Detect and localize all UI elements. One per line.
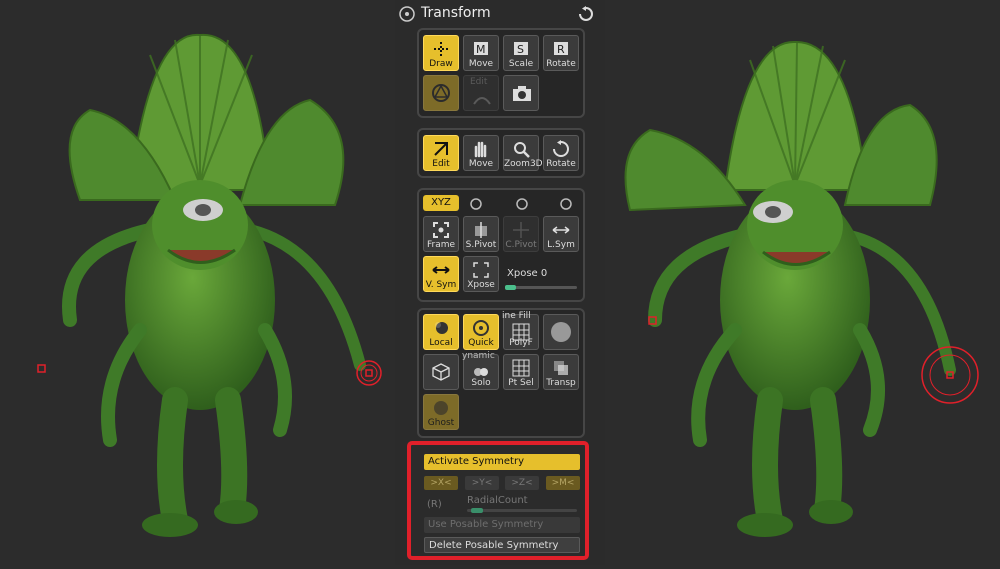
axis-y-toggle[interactable]: >Y< bbox=[465, 476, 499, 490]
ptsel-button[interactable]: Pt Sel bbox=[503, 354, 539, 390]
frame-button[interactable]: Frame bbox=[423, 216, 459, 252]
cube-icon bbox=[432, 363, 450, 381]
scale-icon: S bbox=[514, 42, 528, 56]
use-posable-symmetry-button[interactable]: Use Posable Symmetry bbox=[424, 517, 580, 533]
xyz-toggle[interactable]: XYZ bbox=[423, 195, 459, 211]
creature-model-right bbox=[624, 40, 979, 537]
creature-model-left bbox=[37, 33, 382, 537]
rotate-button[interactable]: R Rotate bbox=[543, 35, 579, 71]
snapshot-button[interactable] bbox=[503, 75, 539, 111]
polyf-button[interactable]: ine Fill PolyF bbox=[502, 311, 539, 350]
radial-toggle[interactable]: (R) bbox=[427, 499, 442, 510]
transparency-icon bbox=[554, 361, 568, 375]
panel-header[interactable]: Transform bbox=[395, 2, 605, 22]
spivot-button[interactable]: S.Pivot bbox=[463, 216, 499, 252]
xpose-slider-fill bbox=[505, 285, 516, 290]
rotate-icon: R bbox=[554, 42, 568, 56]
radial-count-slider[interactable] bbox=[467, 508, 577, 514]
vsym-icon bbox=[432, 266, 450, 274]
xpose-icon bbox=[473, 262, 489, 278]
viewport-right[interactable] bbox=[605, 0, 1000, 565]
viewport-left[interactable] bbox=[0, 0, 395, 565]
hand-icon bbox=[474, 141, 487, 158]
quick-button[interactable]: Quick bbox=[463, 314, 499, 350]
delete-posable-symmetry-button[interactable]: Delete Posable Symmetry bbox=[424, 537, 580, 553]
axis-z-toggle[interactable]: >Z< bbox=[505, 476, 539, 490]
edit-arrow-button[interactable]: Edit bbox=[463, 75, 499, 111]
svg-text:S: S bbox=[517, 43, 524, 56]
point-select-icon bbox=[512, 359, 530, 377]
xpose-label: Xpose 0 bbox=[507, 268, 548, 279]
transform-icon bbox=[399, 6, 415, 22]
arrow-curve-icon bbox=[473, 97, 491, 105]
sphere-button[interactable] bbox=[543, 314, 579, 350]
rotate-view-icon bbox=[553, 140, 569, 157]
axis-m-toggle[interactable]: >M< bbox=[546, 476, 580, 490]
scale-button[interactable]: S Scale bbox=[503, 35, 539, 71]
x-rotate-icon[interactable] bbox=[469, 197, 483, 211]
magnifier-icon bbox=[514, 142, 530, 158]
cube-button[interactable] bbox=[423, 354, 459, 390]
svg-text:R: R bbox=[557, 43, 565, 56]
sphere-icon bbox=[551, 322, 571, 342]
quick-icon bbox=[473, 320, 489, 336]
ghost-button[interactable]: Ghost bbox=[423, 394, 459, 430]
draw-button[interactable]: Draw bbox=[423, 35, 459, 71]
view-move-button[interactable]: Move bbox=[463, 135, 499, 171]
edit-button[interactable]: Edit bbox=[423, 135, 459, 171]
radial-count-label: RadialCount bbox=[467, 495, 528, 506]
activate-symmetry-button[interactable]: Activate Symmetry bbox=[424, 454, 580, 470]
lsym-icon bbox=[552, 226, 570, 234]
local-button[interactable]: Local bbox=[423, 314, 459, 350]
display-mode-group: Local Quick ine Fill PolyF ynamic Solo P… bbox=[417, 308, 585, 438]
svg-text:M: M bbox=[476, 43, 486, 56]
view-rotate-button[interactable]: Rotate bbox=[543, 135, 579, 171]
transp-button[interactable]: Transp bbox=[543, 354, 579, 390]
move-icon: M bbox=[474, 42, 488, 56]
local-icon bbox=[435, 322, 448, 334]
solo-button[interactable]: ynamic Solo bbox=[462, 351, 499, 390]
draw-icon bbox=[434, 42, 448, 56]
reset-icon[interactable] bbox=[578, 6, 594, 22]
move-button[interactable]: M Move bbox=[463, 35, 499, 71]
cpivot-icon bbox=[513, 222, 529, 238]
y-rotate-icon[interactable] bbox=[515, 197, 529, 211]
gizmo-icon bbox=[432, 84, 450, 102]
frame-icon bbox=[433, 222, 449, 238]
vsym-button[interactable]: V. Sym bbox=[423, 256, 459, 292]
zoom3d-button[interactable]: Zoom3D bbox=[503, 135, 543, 171]
ghost-icon bbox=[434, 401, 448, 415]
draw-mode-group: Draw M Move S Scale R Rotate Edit bbox=[417, 28, 585, 118]
cpivot-button[interactable]: C.Pivot bbox=[503, 216, 539, 252]
z-rotate-icon[interactable] bbox=[559, 197, 573, 211]
panel-title: Transform bbox=[421, 5, 491, 21]
camera-icon bbox=[513, 86, 531, 101]
xpose-slider[interactable] bbox=[505, 284, 577, 292]
lsym-button[interactable]: L.Sym bbox=[543, 216, 579, 252]
symmetry-section: Activate Symmetry >X< >Y< >Z< >M< (R) Ra… bbox=[407, 441, 589, 560]
axis-x-toggle[interactable]: >X< bbox=[424, 476, 458, 490]
view-mode-group: Edit Move Zoom3D Rotate bbox=[417, 128, 585, 178]
xpose-button[interactable]: Xpose bbox=[463, 256, 499, 292]
gizmo-button[interactable] bbox=[423, 75, 459, 111]
spivot-icon bbox=[475, 222, 487, 238]
pivot-symmetry-group: XYZ Frame S.Pivot C.Pivot L.Sym V. Sym X… bbox=[417, 188, 585, 302]
transform-panel: Transform Draw M Move S Scale R Rotate E… bbox=[395, 0, 605, 565]
edit-icon bbox=[434, 142, 448, 156]
